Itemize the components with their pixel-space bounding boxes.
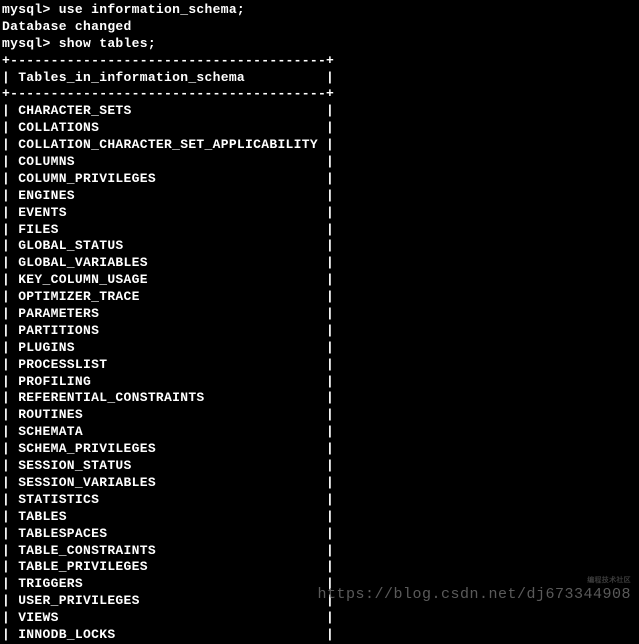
table-row: | COLLATIONS | [2,120,639,137]
table-row: | FILES | [2,222,639,239]
table-row: | SCHEMA_PRIVILEGES | [2,441,639,458]
table-row: | TABLE_CONSTRAINTS | [2,543,639,560]
table-row: | COLUMN_PRIVILEGES | [2,171,639,188]
table-row: | TABLESPACES | [2,526,639,543]
mysql-prompt-show: mysql> show tables; [2,36,639,53]
table-row: | EVENTS | [2,205,639,222]
table-row: | TABLE_PRIVILEGES | [2,559,639,576]
table-row: | STATISTICS | [2,492,639,509]
table-border: +---------------------------------------… [2,86,639,103]
table-row: | VIEWS | [2,610,639,627]
table-row: | OPTIMIZER_TRACE | [2,289,639,306]
table-row: | PROCESSLIST | [2,357,639,374]
table-row: | COLLATION_CHARACTER_SET_APPLICABILITY … [2,137,639,154]
table-row: | SESSION_VARIABLES | [2,475,639,492]
table-row: | ROUTINES | [2,407,639,424]
table-row: | GLOBAL_VARIABLES | [2,255,639,272]
table-row: | COLUMNS | [2,154,639,171]
table-row: | INNODB_LOCKS | [2,627,639,644]
table-header: | Tables_in_information_schema | [2,70,639,87]
table-row: | REFERENTIAL_CONSTRAINTS | [2,390,639,407]
table-row: | PROFILING | [2,374,639,391]
table-row: | ENGINES | [2,188,639,205]
table-row: | SESSION_STATUS | [2,458,639,475]
table-row: | GLOBAL_STATUS | [2,238,639,255]
table-row: | PLUGINS | [2,340,639,357]
table-row: | PARTITIONS | [2,323,639,340]
mysql-prompt-use: mysql> use information_schema; [2,2,639,19]
watermark-url: https://blog.csdn.net/dj673344908 [317,585,631,605]
mysql-terminal-output: mysql> use information_schema;Database c… [2,2,639,644]
mysql-response: Database changed [2,19,639,36]
table-row: | PARAMETERS | [2,306,639,323]
table-row: | TABLES | [2,509,639,526]
table-row: | CHARACTER_SETS | [2,103,639,120]
table-border: +---------------------------------------… [2,53,639,70]
table-row: | SCHEMATA | [2,424,639,441]
table-row: | KEY_COLUMN_USAGE | [2,272,639,289]
